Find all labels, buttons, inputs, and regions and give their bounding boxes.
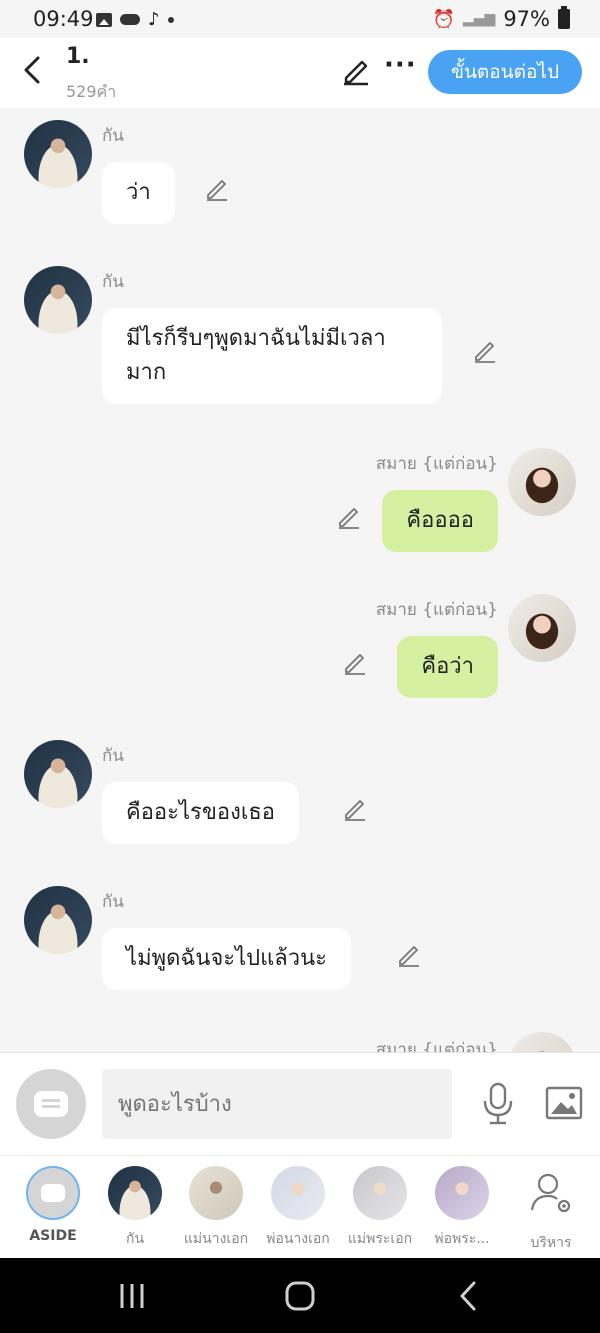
character-hero-mother[interactable]: แม่พระเอก bbox=[335, 1166, 425, 1250]
character-heroine-mother[interactable]: แม่นางเอก bbox=[171, 1166, 261, 1250]
avatar-gun[interactable] bbox=[24, 740, 92, 808]
edit-message-pencil-icon[interactable] bbox=[472, 338, 498, 364]
character-heroine-father[interactable]: พ่อนางเอก bbox=[253, 1166, 343, 1250]
message-bubble[interactable]: ว่า bbox=[102, 162, 175, 224]
episode-title: 1. bbox=[66, 44, 90, 69]
chat-area[interactable]: กัน ว่า กัน มีไรก็รีบๆพูดมาฉันไม่มีเวลา … bbox=[0, 108, 600, 1052]
user-settings-icon bbox=[524, 1166, 578, 1220]
message-input[interactable] bbox=[102, 1069, 452, 1139]
message-bubble[interactable]: ไม่พูดฉันจะไปแล้วนะ bbox=[102, 928, 351, 990]
avatar-smai[interactable] bbox=[508, 448, 576, 516]
speech-bubble-icon bbox=[41, 1184, 65, 1202]
message-bubble[interactable]: คืออะไรของเธอ bbox=[102, 782, 299, 844]
avatar-smai[interactable] bbox=[508, 594, 576, 662]
character-avatar bbox=[189, 1166, 243, 1220]
edit-message-pencil-icon[interactable] bbox=[204, 176, 230, 202]
character-label: บริหาร bbox=[530, 1235, 572, 1251]
manage-characters[interactable]: บริหาร bbox=[506, 1166, 596, 1254]
avatar-smai[interactable] bbox=[508, 1032, 576, 1052]
speaker-name: สมาย {แต่ก่อน} bbox=[375, 454, 498, 474]
back-nav-icon[interactable] bbox=[443, 1274, 493, 1318]
message-line: มีไรก็รีบๆพูดมาฉันไม่มีเวลา bbox=[126, 326, 386, 351]
character-avatar bbox=[353, 1166, 407, 1220]
message-bubble[interactable]: คือว่า bbox=[397, 636, 498, 698]
system-navigation-bar bbox=[0, 1258, 600, 1333]
character-label: แม่พระเอก bbox=[347, 1231, 413, 1247]
message-line: มาก bbox=[126, 360, 167, 385]
message-input-bar bbox=[0, 1052, 600, 1156]
speaker-name: กัน bbox=[102, 892, 124, 912]
edit-message-pencil-icon[interactable] bbox=[396, 942, 422, 968]
edit-message-pencil-icon[interactable] bbox=[336, 504, 362, 530]
character-selector: ASIDE กัน แม่นางเอก พ่อนางเอก แม่พระเอก … bbox=[0, 1155, 600, 1259]
aside-avatar bbox=[26, 1166, 80, 1220]
battery-icon bbox=[558, 6, 570, 29]
avatar-gun[interactable] bbox=[24, 266, 92, 334]
speaker-name: กัน bbox=[102, 272, 124, 292]
character-label: พ่อนางเอก bbox=[266, 1231, 330, 1247]
signal-icon: ▂▄▆ bbox=[463, 11, 496, 27]
speech-bubble-icon bbox=[34, 1091, 68, 1117]
recent-apps-icon[interactable] bbox=[107, 1274, 157, 1318]
cloud-notification-icon bbox=[120, 14, 140, 25]
aside-toggle-button[interactable] bbox=[16, 1069, 86, 1139]
speaker-name: สมาย {แต่ก่อน} bbox=[375, 600, 498, 620]
gallery-notification-icon bbox=[96, 12, 112, 27]
tiktok-notification-icon: ♪ bbox=[148, 9, 160, 30]
chat-header: 1. 529คำ ··· ขั้นตอนต่อไป bbox=[0, 38, 600, 108]
character-label: พ่อพระ... bbox=[434, 1231, 490, 1247]
avatar-gun[interactable] bbox=[24, 886, 92, 954]
message-bubble[interactable]: คืออออ bbox=[382, 490, 498, 552]
microphone-icon[interactable] bbox=[480, 1081, 516, 1127]
edit-pencil-icon[interactable] bbox=[340, 54, 372, 86]
image-upload-icon[interactable] bbox=[544, 1083, 584, 1123]
character-avatar bbox=[435, 1166, 489, 1220]
status-bar: 09:49 ♪ ⏰ ▂▄▆ 97% bbox=[0, 0, 600, 38]
back-arrow-icon[interactable] bbox=[16, 50, 52, 90]
character-aside[interactable]: ASIDE bbox=[8, 1166, 98, 1244]
battery-percent: 97% bbox=[503, 7, 550, 31]
character-label: กัน bbox=[125, 1231, 145, 1247]
message-bubble[interactable]: มีไรก็รีบๆพูดมาฉันไม่มีเวลา มาก bbox=[102, 308, 442, 404]
speaker-name: กัน bbox=[102, 126, 124, 146]
character-label: แม่นางเอก bbox=[183, 1231, 249, 1247]
more-options-icon[interactable]: ··· bbox=[384, 50, 417, 80]
speaker-name: กัน bbox=[102, 746, 124, 766]
next-step-button[interactable]: ขั้นตอนต่อไป bbox=[428, 50, 582, 94]
character-hero-father[interactable]: พ่อพระ... bbox=[417, 1166, 507, 1250]
home-icon[interactable] bbox=[275, 1274, 325, 1318]
speaker-name: สมาย {แต่ก่อน} bbox=[375, 1040, 498, 1052]
edit-message-pencil-icon[interactable] bbox=[342, 650, 368, 676]
edit-message-pencil-icon[interactable] bbox=[342, 796, 368, 822]
character-avatar bbox=[108, 1166, 162, 1220]
status-time: 09:49 bbox=[33, 7, 94, 31]
avatar-gun[interactable] bbox=[24, 120, 92, 188]
more-notifications-dot-icon bbox=[167, 16, 174, 23]
character-avatar bbox=[271, 1166, 325, 1220]
character-gun[interactable]: กัน bbox=[90, 1166, 180, 1250]
character-label: ASIDE bbox=[29, 1228, 77, 1244]
alarm-icon: ⏰ bbox=[432, 8, 455, 30]
word-count: 529คำ bbox=[66, 82, 117, 101]
